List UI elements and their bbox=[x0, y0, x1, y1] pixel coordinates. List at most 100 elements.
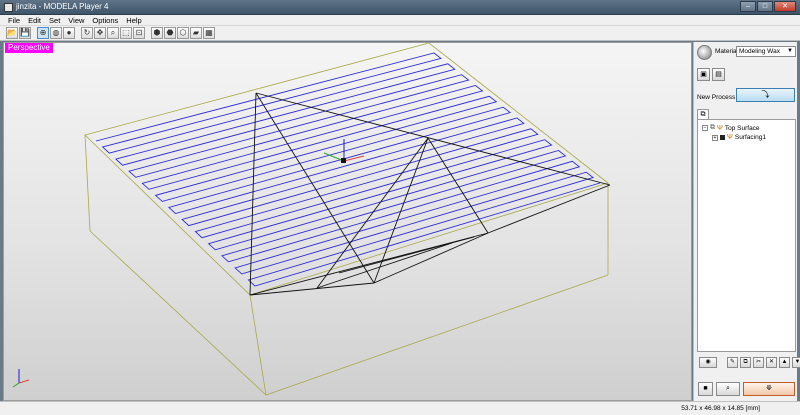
tree-item-top-surface[interactable]: − ⧉ Ψ Top Surface bbox=[702, 124, 760, 132]
wire-edge bbox=[487, 184, 611, 234]
material-select[interactable]: Modeling Wax ▼ bbox=[736, 46, 796, 57]
wire-edge bbox=[316, 137, 429, 289]
process-tab-icon: ⧉ bbox=[700, 111, 706, 118]
menu-edit[interactable]: Edit bbox=[24, 15, 45, 26]
pan-icon: ✥ bbox=[96, 28, 104, 37]
rotate-button[interactable]: ↻ bbox=[81, 27, 93, 39]
maximize-button[interactable]: □ bbox=[757, 1, 773, 12]
copy-process-button[interactable]: ⧉ bbox=[740, 357, 751, 368]
menu-help[interactable]: Help bbox=[122, 15, 145, 26]
title-bar: jinzita - MODELA Player 4 ‒ □ ✕ bbox=[0, 0, 800, 15]
tree-item-label: Top Surface bbox=[724, 124, 760, 132]
arrow-up-icon: ▲ bbox=[781, 359, 788, 365]
stock-edge-front bbox=[249, 294, 267, 396]
open-icon: 📂 bbox=[7, 28, 17, 37]
minimize-button[interactable]: ‒ bbox=[740, 1, 756, 12]
fit-button[interactable]: ⊡ bbox=[133, 27, 145, 39]
zoom-button[interactable]: ⌕ bbox=[107, 27, 119, 39]
rotate-icon: ↻ bbox=[83, 28, 91, 37]
toolpath-raster bbox=[95, 52, 601, 287]
tree-item-label: Surfacing1 bbox=[734, 134, 766, 141]
model-dimensions: 53.71 x 46.98 x 14.85 [mm] bbox=[681, 405, 760, 412]
cut-button[interactable]: ⟱ bbox=[743, 382, 795, 396]
process-enabled-icon bbox=[720, 135, 725, 140]
wire-edge bbox=[316, 242, 453, 289]
menu-file[interactable]: File bbox=[4, 15, 24, 26]
expand-icon[interactable]: + bbox=[712, 134, 718, 141]
view-top-button[interactable]: ⬣ bbox=[164, 27, 176, 39]
3d-viewport[interactable]: Perspective bbox=[3, 42, 692, 401]
main-toolbar: 📂 💾 ⊕ ◍ ● ↻ ✥ ⌕ ⬚ ⊡ ⬢ ⬣ ⬡ ▰ ▦ bbox=[0, 26, 800, 41]
layers-icon: ⧉ bbox=[710, 124, 715, 131]
view-side-icon: ▰ bbox=[192, 28, 200, 37]
menu-set[interactable]: Set bbox=[45, 15, 64, 26]
preview-cut-button[interactable]: ⌕ bbox=[716, 382, 740, 396]
tree-item-surfacing[interactable]: + Ψ Surfacing1 bbox=[712, 134, 766, 141]
view-front-button[interactable]: ⬡ bbox=[177, 27, 189, 39]
menu-view[interactable]: View bbox=[64, 15, 88, 26]
wire-sphere-button[interactable]: ◍ bbox=[50, 27, 62, 39]
view-iso-button[interactable]: ⬢ bbox=[151, 27, 163, 39]
collapse-icon[interactable]: − bbox=[702, 125, 708, 131]
move-down-button[interactable]: ▼ bbox=[792, 357, 800, 368]
fit-icon: ⊡ bbox=[135, 28, 143, 37]
pan-button[interactable]: ✥ bbox=[94, 27, 106, 39]
rotate-view-icon: ⊕ bbox=[39, 28, 47, 37]
model-size-button[interactable]: ▣ bbox=[697, 68, 710, 81]
preview-button[interactable]: ◉ bbox=[699, 357, 717, 368]
stop-icon: ■ bbox=[703, 385, 708, 392]
toolbar-separator bbox=[76, 27, 80, 39]
shaded-sphere-button[interactable]: ● bbox=[63, 27, 75, 39]
view-grid-button[interactable]: ▦ bbox=[203, 27, 215, 39]
rotate-view-button[interactable]: ⊕ bbox=[37, 27, 49, 39]
menu-options[interactable]: Options bbox=[88, 15, 122, 26]
zoom-icon: ⌕ bbox=[110, 28, 116, 37]
eye-icon: ◉ bbox=[705, 359, 711, 365]
process-tree: − ⧉ Ψ Top Surface + Ψ Surfacing1 bbox=[697, 119, 796, 352]
close-button[interactable]: ✕ bbox=[774, 1, 796, 12]
model-size-icon: ▣ bbox=[700, 71, 707, 78]
wire-sphere-icon: ◍ bbox=[52, 28, 60, 37]
tree-tools: ◉ bbox=[699, 357, 717, 368]
scissors-icon: ✂ bbox=[755, 359, 762, 365]
edit-icon: ✎ bbox=[729, 359, 736, 365]
preview-magnify-icon: ⌕ bbox=[726, 385, 730, 392]
stock-box bbox=[84, 43, 609, 396]
zoom-window-button[interactable]: ⬚ bbox=[120, 27, 132, 39]
stop-button[interactable]: ■ bbox=[698, 382, 713, 396]
origin-axes bbox=[323, 139, 365, 163]
action-buttons: ■ ⌕ ⟱ bbox=[698, 382, 795, 396]
copy-icon: ⧉ bbox=[743, 359, 748, 365]
save-icon: 💾 bbox=[20, 28, 30, 37]
move-up-button[interactable]: ▲ bbox=[779, 357, 790, 368]
model-position-button[interactable]: ▤ bbox=[712, 68, 725, 81]
delete-icon: ✕ bbox=[768, 359, 775, 365]
cut-machine-icon: ⟱ bbox=[766, 385, 772, 392]
status-bar: 53.71 x 46.98 x 14.85 [mm] bbox=[0, 401, 800, 415]
app-icon bbox=[4, 3, 13, 12]
cut-process-button[interactable]: ✂ bbox=[753, 357, 764, 368]
zoom-window-icon: ⬚ bbox=[122, 28, 130, 37]
material-label: Material bbox=[715, 48, 739, 55]
view-front-icon: ⬡ bbox=[179, 28, 187, 37]
toolbar-separator bbox=[146, 27, 150, 39]
model-position-icon: ▤ bbox=[715, 71, 722, 78]
edit-process-button[interactable]: ✎ bbox=[727, 357, 738, 368]
stock-bottom-edges bbox=[89, 230, 609, 396]
open-button[interactable]: 📂 bbox=[6, 27, 18, 39]
window-title: jinzita - MODELA Player 4 bbox=[16, 2, 109, 11]
save-button[interactable]: 💾 bbox=[19, 27, 31, 39]
process-panel: Material Modeling Wax ▼ ▣ ▤ New Process … bbox=[693, 42, 800, 401]
delete-process-button[interactable]: ✕ bbox=[766, 357, 777, 368]
material-sphere-icon bbox=[697, 45, 712, 60]
new-process-label: New Process bbox=[697, 94, 736, 101]
toolbar-separator bbox=[32, 27, 36, 39]
window-controls: ‒ □ ✕ bbox=[740, 1, 796, 12]
new-process-button[interactable]: ⤵ bbox=[736, 88, 795, 102]
material-value: Modeling Wax bbox=[739, 48, 780, 55]
view-grid-icon: ▦ bbox=[205, 28, 213, 37]
wire-edge bbox=[249, 232, 489, 296]
stock-edge-left bbox=[84, 134, 91, 232]
view-side-button[interactable]: ▰ bbox=[190, 27, 202, 39]
pyramid-wireframe bbox=[249, 92, 611, 296]
